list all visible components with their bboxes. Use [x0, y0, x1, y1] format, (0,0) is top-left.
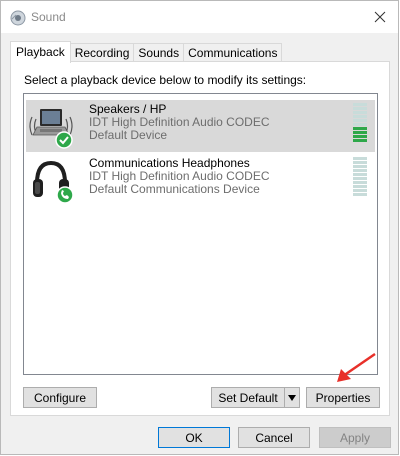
- cancel-button[interactable]: Cancel: [238, 427, 310, 448]
- level-segment: [353, 177, 367, 180]
- close-icon: [374, 11, 386, 23]
- level-segment: [353, 185, 367, 188]
- playback-panel: Select a playback device below to modify…: [10, 61, 390, 416]
- volume-level-meter: [353, 103, 367, 143]
- apply-button[interactable]: Apply: [319, 427, 391, 448]
- level-segment: [353, 135, 367, 138]
- level-segment: [353, 103, 367, 106]
- volume-level-meter: [353, 157, 367, 197]
- device-list[interactable]: Speakers / HP IDT High Definition Audio …: [23, 93, 378, 375]
- device-item-speakers[interactable]: Speakers / HP IDT High Definition Audio …: [26, 100, 375, 152]
- window-title: Sound: [31, 10, 66, 24]
- level-segment: [353, 107, 367, 110]
- level-segment: [353, 115, 367, 118]
- device-item-communications-headphones[interactable]: Communications Headphones IDT High Defin…: [26, 154, 375, 206]
- level-segment: [353, 111, 367, 114]
- green-phone-badge: [56, 186, 74, 203]
- ok-button[interactable]: OK: [158, 427, 230, 448]
- dropdown-arrow-icon: [288, 394, 296, 401]
- properties-button[interactable]: Properties: [306, 387, 380, 408]
- speaker-icon: [10, 10, 26, 26]
- level-segment: [353, 173, 367, 176]
- level-segment: [353, 165, 367, 168]
- tab-playback[interactable]: Playback: [10, 41, 71, 63]
- set-default-button[interactable]: Set Default: [211, 387, 285, 408]
- level-segment: [353, 157, 367, 160]
- device-status: Default Device: [89, 128, 168, 142]
- configure-button[interactable]: Configure: [23, 387, 97, 408]
- level-segment: [353, 193, 367, 196]
- level-segment: [353, 181, 367, 184]
- close-button[interactable]: [362, 1, 398, 33]
- tab-strip: Playback Recording Sounds Communications: [10, 41, 283, 63]
- level-segment: [353, 127, 367, 130]
- level-segment: [353, 119, 367, 122]
- instruction-text: Select a playback device below to modify…: [24, 73, 307, 87]
- green-check-badge: [55, 131, 73, 149]
- device-status: Default Communications Device: [89, 182, 260, 196]
- level-segment: [353, 169, 367, 172]
- tab-recording[interactable]: Recording: [69, 43, 135, 62]
- tab-sounds[interactable]: Sounds: [133, 43, 185, 62]
- level-segment: [353, 161, 367, 164]
- level-segment: [353, 123, 367, 126]
- title-bar: Sound: [1, 1, 398, 33]
- laptop-speakers-icon: [29, 109, 73, 149]
- sound-dialog: Sound Playback Recording Sounds Communic…: [0, 0, 399, 455]
- level-segment: [353, 139, 367, 142]
- level-segment: [353, 189, 367, 192]
- set-default-dropdown-button[interactable]: [284, 387, 300, 408]
- headphones-icon: [33, 160, 74, 203]
- tab-communications[interactable]: Communications: [183, 43, 283, 62]
- level-segment: [353, 131, 367, 134]
- annotation-arrow: [337, 352, 376, 382]
